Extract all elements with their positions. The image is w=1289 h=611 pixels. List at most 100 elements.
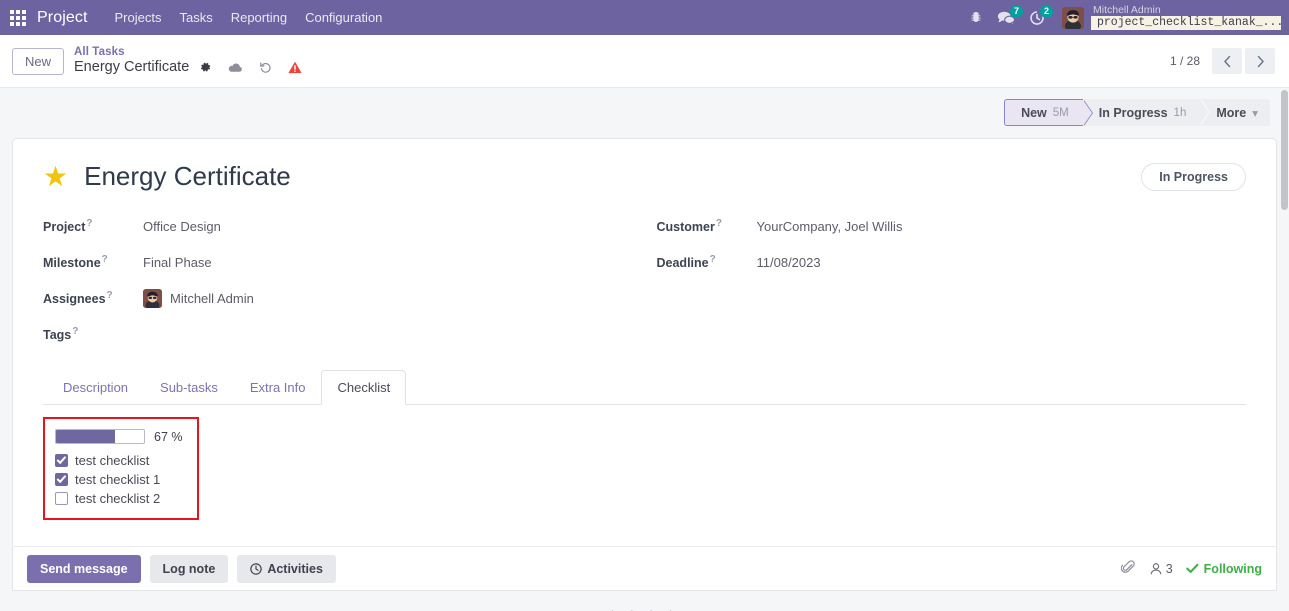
send-message-button[interactable]: Send message: [27, 554, 141, 583]
vertical-scrollbar[interactable]: [1281, 90, 1288, 210]
stage-label: More: [1216, 105, 1247, 120]
field-value-project[interactable]: Office Design: [143, 219, 221, 234]
tab-checklist[interactable]: Checklist: [321, 370, 407, 405]
form-column-right: Customer? YourCompany, Joel Willis Deadl…: [645, 208, 1247, 352]
user-name-label: Mitchell Admin: [1093, 3, 1161, 16]
progress-percent-label: 67 %: [154, 429, 183, 444]
star-icon[interactable]: ★: [43, 162, 68, 191]
activities-button[interactable]: Activities: [237, 554, 336, 583]
field-value-customer[interactable]: YourCompany, Joel Willis: [757, 219, 903, 234]
list-item[interactable]: test checklist 1: [55, 470, 185, 489]
checklist-checkbox[interactable]: [55, 473, 68, 486]
tab-description[interactable]: Description: [47, 370, 144, 405]
field-tags: Tags?: [43, 316, 645, 352]
page-bottom-overflow: · · · ·: [0, 591, 1289, 611]
field-label-milestone: Milestone?: [43, 253, 108, 271]
gear-icon[interactable]: [199, 61, 212, 74]
activities-button-label: Activities: [267, 561, 323, 576]
field-project: Project? Office Design: [43, 208, 645, 244]
checklist-item-label: test checklist 1: [75, 472, 161, 487]
field-label-assignees: Assignees?: [43, 289, 113, 307]
log-note-button[interactable]: Log note: [149, 554, 229, 583]
breadcrumb: All Tasks Energy Certificate: [74, 46, 318, 76]
menu-tasks[interactable]: Tasks: [170, 2, 221, 33]
database-name-label: project_checklist_kanak_...: [1091, 15, 1281, 31]
checklist-checkbox[interactable]: [55, 492, 68, 505]
messages-icon[interactable]: 7: [997, 4, 1023, 26]
list-item[interactable]: test checklist: [55, 451, 185, 470]
pager-next-button[interactable]: [1245, 48, 1275, 74]
assignee-avatar: [143, 288, 162, 308]
chevron-left-icon: [1223, 55, 1230, 67]
field-milestone: Milestone? Final Phase: [43, 244, 645, 280]
tab-sub-tasks[interactable]: Sub-tasks: [144, 370, 234, 405]
field-label-customer: Customer?: [656, 217, 722, 235]
record-title-row: ★ Energy Certificate In Progress: [43, 161, 1246, 192]
following-toggle[interactable]: Following: [1185, 561, 1262, 576]
field-value-assignees[interactable]: Mitchell Admin: [143, 288, 254, 308]
status-badge[interactable]: In Progress: [1141, 162, 1246, 191]
form-content-area: New 5M In Progress 1h More ▾ ★ Energy Ce…: [0, 88, 1289, 611]
pager-value[interactable]: 1 / 28: [1170, 54, 1200, 68]
progress-bar-track: [55, 429, 145, 444]
pager-previous-button[interactable]: [1212, 48, 1242, 74]
statusbar-stage-in-progress[interactable]: In Progress 1h: [1082, 99, 1210, 126]
activities-count-badge: 2: [1040, 4, 1053, 18]
help-icon[interactable]: ?: [710, 254, 716, 265]
bug-icon[interactable]: [969, 11, 983, 25]
breadcrumb-current-record: Energy Certificate: [74, 59, 190, 76]
assignee-name: Mitchell Admin: [170, 290, 254, 306]
following-label: Following: [1203, 561, 1262, 576]
chatter-right-group: 3 Following: [1120, 559, 1262, 579]
help-icon[interactable]: ?: [86, 218, 92, 229]
checklist-item-label: test checklist 2: [75, 491, 161, 506]
activities-clock-icon[interactable]: 2: [1029, 4, 1053, 26]
chevron-down-icon: ▾: [1252, 107, 1258, 120]
checklist-widget: 67 % test checklist test checklist 1 tes…: [43, 417, 199, 520]
statusbar-stage-new[interactable]: New 5M: [1004, 99, 1093, 126]
tab-extra-info[interactable]: Extra Info: [234, 370, 322, 405]
followers-count-value: 3: [1165, 561, 1173, 576]
stage-duration: 1h: [1173, 106, 1187, 119]
field-label-tags: Tags?: [43, 325, 79, 343]
field-value-deadline[interactable]: 11/08/2023: [757, 255, 821, 270]
menu-reporting[interactable]: Reporting: [222, 2, 296, 33]
page-title: Energy Certificate: [84, 161, 291, 191]
help-icon[interactable]: ?: [72, 326, 78, 337]
help-icon[interactable]: ?: [716, 218, 722, 229]
help-icon[interactable]: ?: [107, 290, 113, 301]
menu-configuration[interactable]: Configuration: [296, 2, 391, 33]
breadcrumb-all-tasks[interactable]: All Tasks: [74, 46, 318, 59]
new-button[interactable]: New: [12, 47, 65, 75]
followers-person-icon: [1150, 562, 1162, 574]
checklist-checkbox[interactable]: [55, 454, 68, 467]
notebook-tabs: Description Sub-tasks Extra Info Checkli…: [43, 370, 1246, 405]
paperclip-icon[interactable]: [1120, 559, 1136, 579]
stage-label: New: [1021, 105, 1047, 120]
cloud-save-icon[interactable]: [228, 62, 243, 74]
form-column-left: Project? Office Design Milestone? Final …: [43, 208, 645, 352]
tab-panel-checklist: 67 % test checklist test checklist 1 tes…: [43, 405, 1246, 520]
avatar[interactable]: [1062, 6, 1084, 29]
app-brand-project[interactable]: Project: [37, 9, 88, 27]
field-customer: Customer? YourCompany, Joel Willis: [657, 208, 1247, 244]
list-item[interactable]: test checklist 2: [55, 489, 185, 508]
warning-triangle-icon[interactable]: [288, 61, 302, 74]
field-value-milestone[interactable]: Final Phase: [143, 255, 212, 270]
menu-projects[interactable]: Projects: [106, 2, 171, 33]
check-icon: [1185, 563, 1199, 573]
form-fields-grid: Project? Office Design Milestone? Final …: [43, 208, 1246, 352]
field-assignees: Assignees? Mitchell Admin: [43, 280, 645, 316]
cut-off-text: · · · ·: [610, 603, 679, 611]
statusbar-more-dropdown[interactable]: More ▾: [1200, 99, 1270, 126]
messages-count-badge: 7: [1010, 4, 1023, 18]
top-navbar: Project Projects Tasks Reporting Configu…: [0, 0, 1289, 35]
checklist-item-label: test checklist: [75, 453, 150, 468]
apps-grid-icon[interactable]: [10, 9, 26, 26]
followers-count[interactable]: 3: [1149, 562, 1173, 576]
stage-label: In Progress: [1098, 105, 1168, 120]
field-label-deadline: Deadline?: [656, 253, 716, 271]
undo-discard-icon[interactable]: [259, 61, 272, 74]
user-menu[interactable]: Mitchell Admin project_checklist_kanak_.…: [1091, 3, 1281, 31]
help-icon[interactable]: ?: [102, 254, 108, 265]
